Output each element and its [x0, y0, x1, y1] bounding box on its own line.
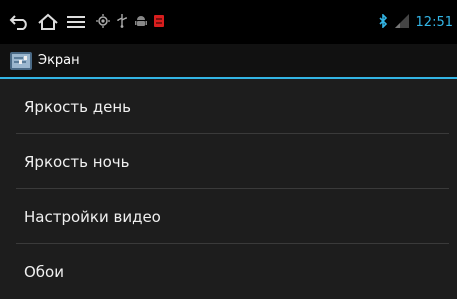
- list-item-label: Яркость день: [24, 97, 132, 116]
- usb-icon: [116, 13, 128, 32]
- list-item-label: Настройки видео: [24, 207, 161, 226]
- settings-item-wallpaper[interactable]: Обои: [0, 244, 457, 299]
- nav-buttons: [0, 8, 164, 36]
- action-bar: Экран: [0, 44, 457, 79]
- page-title: Экран: [38, 53, 80, 68]
- red-app-icon: [154, 13, 164, 32]
- status-bar: 12:51: [0, 0, 457, 44]
- settings-item-brightness-night[interactable]: Яркость ночь: [0, 134, 457, 189]
- home-icon[interactable]: [34, 8, 62, 36]
- display-settings-icon[interactable]: [10, 51, 32, 70]
- gps-icon: [96, 13, 110, 32]
- notification-icons: [96, 13, 164, 32]
- signal-icon: [394, 13, 410, 32]
- menu-icon[interactable]: [62, 8, 90, 36]
- settings-item-brightness-day[interactable]: Яркость день: [0, 79, 457, 134]
- clock: 12:51: [415, 14, 453, 30]
- status-indicators: 12:51: [378, 0, 453, 44]
- back-icon[interactable]: [6, 8, 34, 36]
- bluetooth-icon: [378, 12, 388, 32]
- android-debug-icon: [134, 13, 148, 32]
- settings-list: Яркость день Яркость ночь Настройки виде…: [0, 79, 457, 299]
- list-item-label: Яркость ночь: [24, 152, 130, 171]
- settings-item-video[interactable]: Настройки видео: [0, 189, 457, 244]
